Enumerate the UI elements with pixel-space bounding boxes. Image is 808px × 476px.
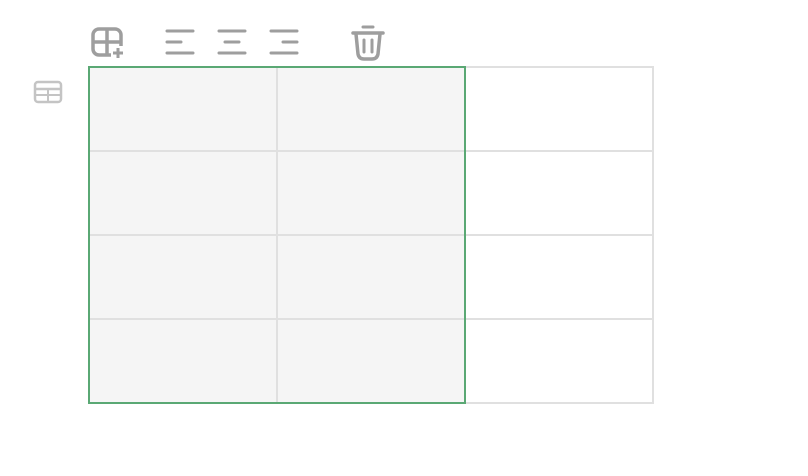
table-row [88,234,654,320]
table-cell[interactable] [464,234,654,320]
table-row [88,66,654,152]
table-cell[interactable] [88,150,278,236]
table-cell[interactable] [276,150,466,236]
align-center-icon[interactable] [216,26,248,58]
table-row [88,318,654,404]
align-left-icon[interactable] [164,26,196,58]
table-row [88,150,654,236]
align-right-icon[interactable] [268,26,300,58]
table-cell[interactable] [88,318,278,404]
table-cell[interactable] [276,318,466,404]
table-cell[interactable] [276,66,466,152]
table-cell[interactable] [464,150,654,236]
insert-cell-icon[interactable] [90,26,126,60]
table-cell[interactable] [464,66,654,152]
table-cell[interactable] [88,234,278,320]
trash-icon[interactable] [350,24,386,62]
table-cell[interactable] [464,318,654,404]
data-table [88,66,654,404]
table-editor [0,0,808,476]
table-cell[interactable] [276,234,466,320]
table-icon[interactable] [32,79,64,105]
table-cell[interactable] [88,66,278,152]
